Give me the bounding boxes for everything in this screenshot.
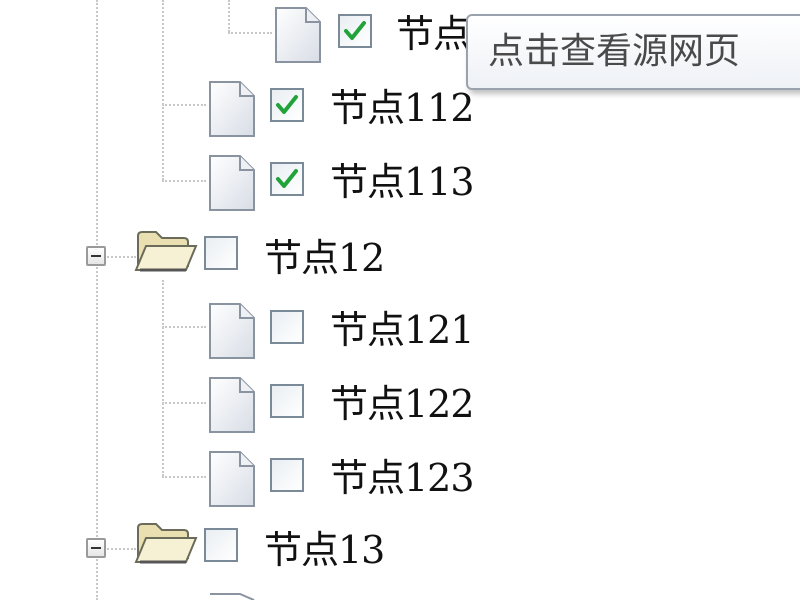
connector-line [162,280,164,476]
connector-line [96,0,98,600]
node-label: 节点123 [330,456,475,500]
node-checkbox[interactable] [338,14,372,48]
tree-view: 节点 节点112 节点113 节点12 节点121 节点122 节点123 节点… [0,0,800,600]
tooltip: 点击查看源网页 [466,14,800,90]
file-icon [209,303,255,359]
connector-line [162,180,206,182]
node-checkbox[interactable] [270,310,304,344]
node-checkbox[interactable] [270,384,304,418]
file-icon [209,377,255,433]
node-checkbox[interactable] [204,528,238,562]
node-checkbox[interactable] [270,458,304,492]
connector-line [228,0,230,32]
collapse-toggle[interactable] [86,246,106,266]
node-label: 节点113 [330,160,475,204]
node-checkbox[interactable] [204,236,238,270]
connector-line [104,548,136,550]
connector-line [162,0,164,180]
node-label: 节点112 [330,86,475,130]
connector-line [104,256,136,258]
file-icon [209,155,255,211]
file-icon [210,593,255,600]
connector-line [162,476,206,478]
tooltip-text: 点击查看源网页 [488,31,741,72]
node-label: 节点 [396,12,471,56]
node-label: 节点121 [330,308,475,352]
check-icon [276,95,298,114]
file-icon [275,7,321,63]
check-icon [344,21,366,40]
open-folder-icon [134,231,198,272]
node-checkbox[interactable] [270,162,304,196]
file-icon [209,81,255,137]
node-label: 节点13 [264,528,385,572]
connector-line [162,104,206,106]
connector-line [162,402,206,404]
connector-line [162,326,206,328]
node-label: 节点12 [264,236,385,280]
check-icon [276,169,298,188]
collapse-toggle[interactable] [86,538,106,558]
connector-line [228,32,272,34]
file-icon [209,451,255,507]
node-checkbox[interactable] [270,88,304,122]
open-folder-icon [134,523,198,564]
node-label: 节点122 [330,382,475,426]
